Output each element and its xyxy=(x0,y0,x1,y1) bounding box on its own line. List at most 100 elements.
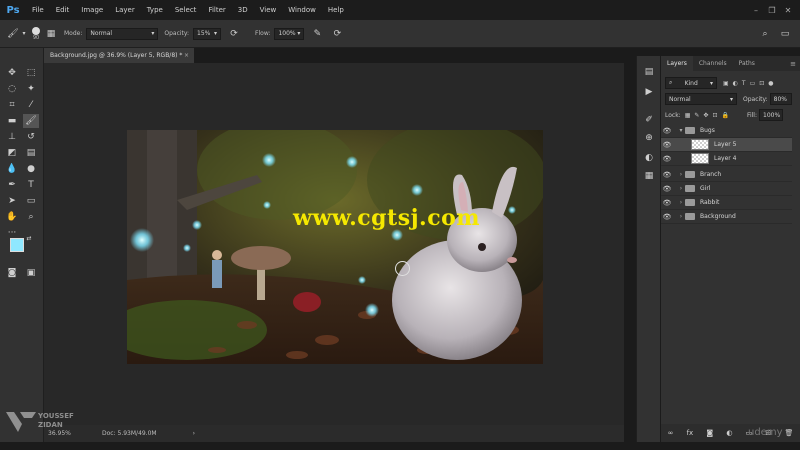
clone-source-icon[interactable]: ⊕ xyxy=(643,132,655,144)
chevron-right-icon[interactable]: › xyxy=(677,171,685,178)
menu-file[interactable]: File xyxy=(26,0,50,20)
document-tab[interactable]: Background.jpg @ 36.9% (Layer 5, RGB/8) … xyxy=(44,48,194,63)
menu-filter[interactable]: Filter xyxy=(202,0,231,20)
brush-tool-active-icon[interactable]: 🖌 xyxy=(23,114,39,128)
lock-position-icon[interactable]: ✥ xyxy=(703,112,708,119)
pressure-size-icon[interactable]: ⟳ xyxy=(330,27,344,41)
pen-tool-icon[interactable]: ✒ xyxy=(4,178,20,192)
swatches-panel-icon[interactable]: ▦ xyxy=(643,170,655,182)
lock-all-icon[interactable]: 🔒 xyxy=(721,112,728,119)
chevron-down-icon[interactable]: ▾ xyxy=(677,127,685,134)
menu-type[interactable]: Type xyxy=(141,0,169,20)
eyedropper-tool-icon[interactable]: ⁄ xyxy=(23,98,39,112)
gradient-tool-icon[interactable]: ▤ xyxy=(23,146,39,160)
history-panel-icon[interactable]: ▤ xyxy=(643,66,655,78)
close-icon[interactable]: ✕ xyxy=(782,4,794,16)
chevron-right-icon[interactable]: › xyxy=(677,199,685,206)
path-select-tool-icon[interactable]: ➤ xyxy=(4,194,20,208)
chevron-down-icon[interactable]: ▾ xyxy=(20,27,28,41)
layer-row-bugs[interactable]: 👁 ▾ Bugs xyxy=(661,124,792,138)
visibility-eye-icon[interactable]: 👁 xyxy=(661,185,673,193)
quick-select-tool-icon[interactable]: ✦ xyxy=(23,82,39,96)
brush-preset-picker[interactable]: 90 xyxy=(32,26,40,41)
airbrush-icon[interactable]: ✎ xyxy=(310,27,324,41)
layer-row-layer-5[interactable]: 👁 Layer 5 xyxy=(661,138,792,152)
tab-paths[interactable]: Paths xyxy=(733,56,761,71)
filter-adjustment-icon[interactable]: ◐ xyxy=(733,80,738,87)
search-icon[interactable]: ⌕ xyxy=(758,27,772,41)
tab-layers[interactable]: Layers xyxy=(661,56,693,71)
visibility-eye-icon[interactable]: 👁 xyxy=(661,171,673,179)
restore-icon[interactable]: ❐ xyxy=(766,4,778,16)
adjustment-layer-icon[interactable]: ◐ xyxy=(726,429,732,437)
hand-tool-icon[interactable]: ✋ xyxy=(4,210,20,224)
menu-help[interactable]: Help xyxy=(322,0,350,20)
marquee-tool-icon[interactable]: ⬚ xyxy=(23,66,39,80)
menu-window[interactable]: Window xyxy=(282,0,322,20)
lock-image-icon[interactable]: ✎ xyxy=(694,112,699,119)
layer-blend-mode-select[interactable]: Normal ▾ xyxy=(665,93,737,105)
filter-shape-icon[interactable]: ▭ xyxy=(750,80,756,87)
visibility-eye-icon[interactable]: 👁 xyxy=(661,155,673,163)
foreground-color-swatch[interactable] xyxy=(10,238,24,252)
blur-tool-icon[interactable]: 💧 xyxy=(4,162,20,176)
layer-filter-select[interactable]: ⌕ Kind ▾ xyxy=(665,77,717,89)
pressure-opacity-icon[interactable]: ⟳ xyxy=(227,27,241,41)
menu-view[interactable]: View xyxy=(254,0,283,20)
quick-mask-icon[interactable]: ◙ xyxy=(4,266,20,280)
visibility-eye-icon[interactable]: 👁 xyxy=(661,141,673,149)
clone-stamp-tool-icon[interactable]: ⊥ xyxy=(4,130,20,144)
visibility-eye-icon[interactable]: 👁 xyxy=(661,213,673,221)
move-tool-icon[interactable]: ✥ xyxy=(4,66,20,80)
layer-row-girl[interactable]: 👁 › Girl xyxy=(661,182,792,196)
opacity-field[interactable]: 15% ▾ xyxy=(193,27,222,40)
lock-artboard-icon[interactable]: ⊡ xyxy=(712,112,717,119)
eraser-tool-icon[interactable]: ◩ xyxy=(4,146,20,160)
layer-row-branch[interactable]: 👁 › Branch xyxy=(661,168,792,182)
link-layers-icon[interactable]: ∞ xyxy=(668,429,674,437)
menu-3d[interactable]: 3D xyxy=(232,0,254,20)
lasso-tool-icon[interactable]: ◌ xyxy=(4,82,20,96)
actions-panel-icon[interactable]: ▶ xyxy=(643,86,655,98)
swap-colors-icon[interactable]: ⇄ xyxy=(25,234,33,242)
filter-type-icon[interactable]: T xyxy=(742,80,746,87)
chevron-right-icon[interactable]: › xyxy=(677,213,685,220)
history-brush-tool-icon[interactable]: ↺ xyxy=(23,130,39,144)
minimize-icon[interactable]: – xyxy=(750,4,762,16)
add-mask-icon[interactable]: ◙ xyxy=(706,429,713,437)
lock-transparent-icon[interactable]: ▦ xyxy=(685,112,691,119)
type-tool-icon[interactable]: T xyxy=(23,178,39,192)
layer-row-layer-4[interactable]: 👁 Layer 4 xyxy=(661,152,792,166)
mode-select[interactable]: Normal ▾ xyxy=(86,27,159,40)
chevron-right-icon[interactable]: › xyxy=(677,185,685,192)
brush-tool-icon[interactable]: 🖌 xyxy=(6,27,20,41)
crop-tool-icon[interactable]: ⌗ xyxy=(4,98,20,112)
delete-layer-icon[interactable]: 🗑 xyxy=(784,429,793,437)
dodge-tool-icon[interactable]: ● xyxy=(23,162,39,176)
filter-toggle-icon[interactable]: ● xyxy=(768,80,773,87)
menu-edit[interactable]: Edit xyxy=(50,0,76,20)
healing-brush-tool-icon[interactable]: ▬ xyxy=(4,114,20,128)
brush-panel-icon[interactable]: ▦ xyxy=(44,27,58,41)
zoom-tool-icon[interactable]: ⌕ xyxy=(23,210,39,224)
layer-style-icon[interactable]: fx xyxy=(687,429,694,437)
adjustments-panel-icon[interactable]: ◐ xyxy=(643,152,655,164)
menu-layer[interactable]: Layer xyxy=(109,0,141,20)
layer-row-background[interactable]: 👁 › Background xyxy=(661,210,792,224)
visibility-eye-icon[interactable]: 👁 xyxy=(661,199,673,207)
document-canvas[interactable] xyxy=(127,130,543,364)
menu-select[interactable]: Select xyxy=(169,0,203,20)
chevron-right-icon[interactable]: › xyxy=(193,430,195,437)
flow-field[interactable]: 100% ▾ xyxy=(274,27,305,40)
shape-tool-icon[interactable]: ▭ xyxy=(23,194,39,208)
layer-opacity-field[interactable]: 80% xyxy=(769,93,792,105)
layer-fill-field[interactable]: 100% xyxy=(759,109,783,121)
workspace-icon[interactable]: ▭ xyxy=(778,27,792,41)
close-icon[interactable]: × xyxy=(184,52,189,59)
visibility-eye-icon[interactable]: 👁 xyxy=(661,127,673,135)
filter-smart-icon[interactable]: ⊡ xyxy=(759,80,764,87)
screen-mode-icon[interactable]: ▣ xyxy=(23,266,39,280)
panel-menu-icon[interactable]: ≡ xyxy=(790,60,796,68)
filter-pixel-icon[interactable]: ▣ xyxy=(723,80,729,87)
tab-channels[interactable]: Channels xyxy=(693,56,733,71)
